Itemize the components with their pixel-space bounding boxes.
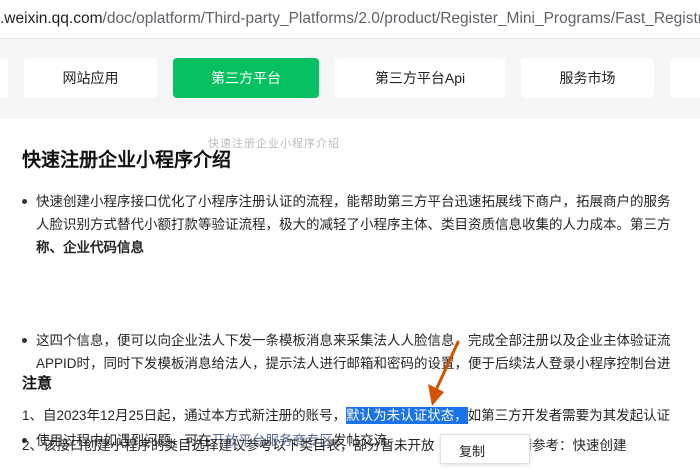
article-content: 快速注册企业小程序介绍 快速创建小程序接口优化了小程序注册认证的流程，能帮助第三… [0,120,700,460]
page-title: 快速注册企业小程序介绍 [22,150,232,171]
tab-website-apps[interactable]: 网站应用 [24,58,157,98]
bullet-dot [22,199,27,204]
url-text[interactable]: .weixin.qq.com/doc/oplatform/Third-party… [0,10,700,28]
list-item: 这四个信息，便可以向企业法人下发一条模板消息来采集法人人脸信息，完成全部注册以及… [22,329,700,375]
top-nav: 网站应用 第三方平台 第三方平台Api 服务市场 快速注册企业小程序介绍 [0,39,700,150]
bullet-dot [22,338,27,343]
address-bar[interactable]: .weixin.qq.com/doc/oplatform/Third-party… [0,0,700,39]
tab-label: 网站应用 [62,70,119,86]
notice-text: 如第三方开发者需要为其发起认证 [467,408,671,423]
bullet-line: 这四个信息，便可以向企业法人下发一条模板消息来采集法人人脸信息，完成全部注册以及… [36,333,671,348]
selected-text[interactable]: 默认为未认证状态， [346,407,468,424]
bullet-line: 快速创建小程序接口优化了小程序注册认证的流程，能帮助第三方平台迅速拓展线下商户，… [36,194,671,209]
list-item: 快速创建小程序接口优化了小程序注册认证的流程，能帮助第三方平台迅速拓展线下商户，… [22,190,700,259]
copy-menu-item[interactable]: 复制 [459,444,485,459]
bullet-line: 称、企业代码信息 [36,240,144,255]
tab-service-market[interactable]: 服务市场 [521,58,654,98]
notice-text: 2、该接口创建小程序的类目选择建议参考以下类目表，部分暂未开放 [22,438,435,453]
annotation-arrow-icon [428,340,460,406]
tab-partial-right[interactable] [670,58,700,98]
tab-third-party-platform[interactable]: 第三方平台 [173,58,319,98]
url-path: /doc/oplatform/Third-party_Platforms/2.0… [102,10,700,27]
tab-partial-left[interactable] [0,58,8,98]
notice-text: 1、自2023年12月25日起，通过本方式新注册的账号， [22,408,347,423]
notice-item: 1、自2023年12月25日起，通过本方式新注册的账号，默认为未认证状态，如第三… [22,404,670,424]
notice-item: 2、该接口创建小程序的类目选择建议参考以下类目表，部分暂未开放 回，详情请参考：快… [22,434,627,454]
notice-heading: 注意 [22,375,53,392]
tab-label: 第三方平台Api [374,70,466,86]
tab-third-party-api[interactable]: 第三方平台Api [335,58,505,98]
bullet-line: 人脸识别方式替代小额打款等验证流程，极大的减轻了小程序主体、类目资质信息收集的人… [36,217,671,232]
url-host: .weixin.qq.com [0,10,103,27]
tab-label: 服务市场 [559,70,616,86]
intro-list: 快速创建小程序接口优化了小程序注册认证的流程，能帮助第三方平台迅速拓展线下商户，… [22,190,700,448]
bullet-line: APPID时，同时下发模板消息给法人，提示法人进行邮箱和密码的设置，便于后续法人… [36,356,671,371]
tab-label: 第三方平台 [211,70,281,86]
